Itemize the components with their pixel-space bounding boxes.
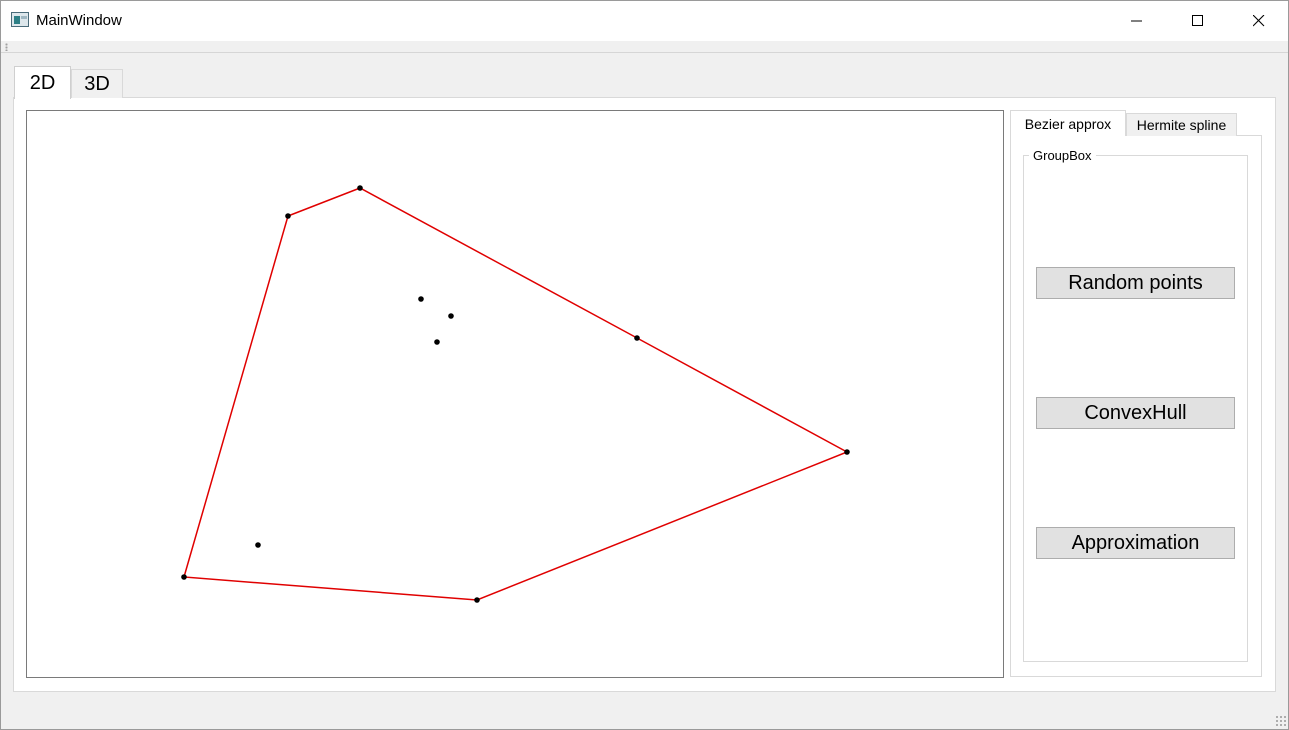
point-marker (448, 313, 454, 319)
point-marker (357, 185, 363, 191)
point-marker (844, 449, 850, 455)
window-title: MainWindow (36, 12, 122, 29)
point-marker (255, 542, 261, 548)
tab-bezier-approx[interactable]: Bezier approx (1010, 110, 1126, 136)
drawing-canvas[interactable] (26, 110, 1004, 678)
tab-2d[interactable]: 2D (14, 66, 71, 99)
point-marker (474, 597, 480, 603)
tab-3d[interactable]: 3D (71, 69, 123, 98)
title-bar[interactable]: MainWindow (1, 1, 1288, 41)
point-marker (285, 213, 291, 219)
points-layer (181, 185, 850, 603)
convex-hull-polygon (183, 187, 849, 601)
main-window: MainWindow 2D 3D Bezier approx Hermite s… (0, 0, 1289, 730)
minimize-button[interactable] (1106, 1, 1167, 41)
convex-hull-button[interactable]: ConvexHull (1036, 397, 1235, 429)
toolbar-grip-icon[interactable] (5, 43, 8, 51)
groupbox-title: GroupBox (1029, 148, 1096, 163)
point-marker (434, 339, 440, 345)
point-marker (418, 296, 424, 302)
approximation-button[interactable]: Approximation (1036, 527, 1235, 559)
maximize-button[interactable] (1167, 1, 1228, 41)
tab-hermite-spline[interactable]: Hermite spline (1126, 113, 1237, 136)
random-points-button[interactable]: Random points (1036, 267, 1235, 299)
app-window-icon (11, 12, 29, 27)
point-marker (181, 574, 187, 580)
toolbar-strip (1, 41, 1288, 53)
close-button[interactable] (1228, 1, 1289, 41)
maximize-icon (1192, 15, 1203, 26)
resize-grip-icon[interactable] (1275, 715, 1287, 727)
canvas-drawing (181, 185, 850, 603)
minimize-icon (1131, 20, 1142, 22)
close-icon (1253, 15, 1265, 27)
point-marker (634, 335, 640, 341)
